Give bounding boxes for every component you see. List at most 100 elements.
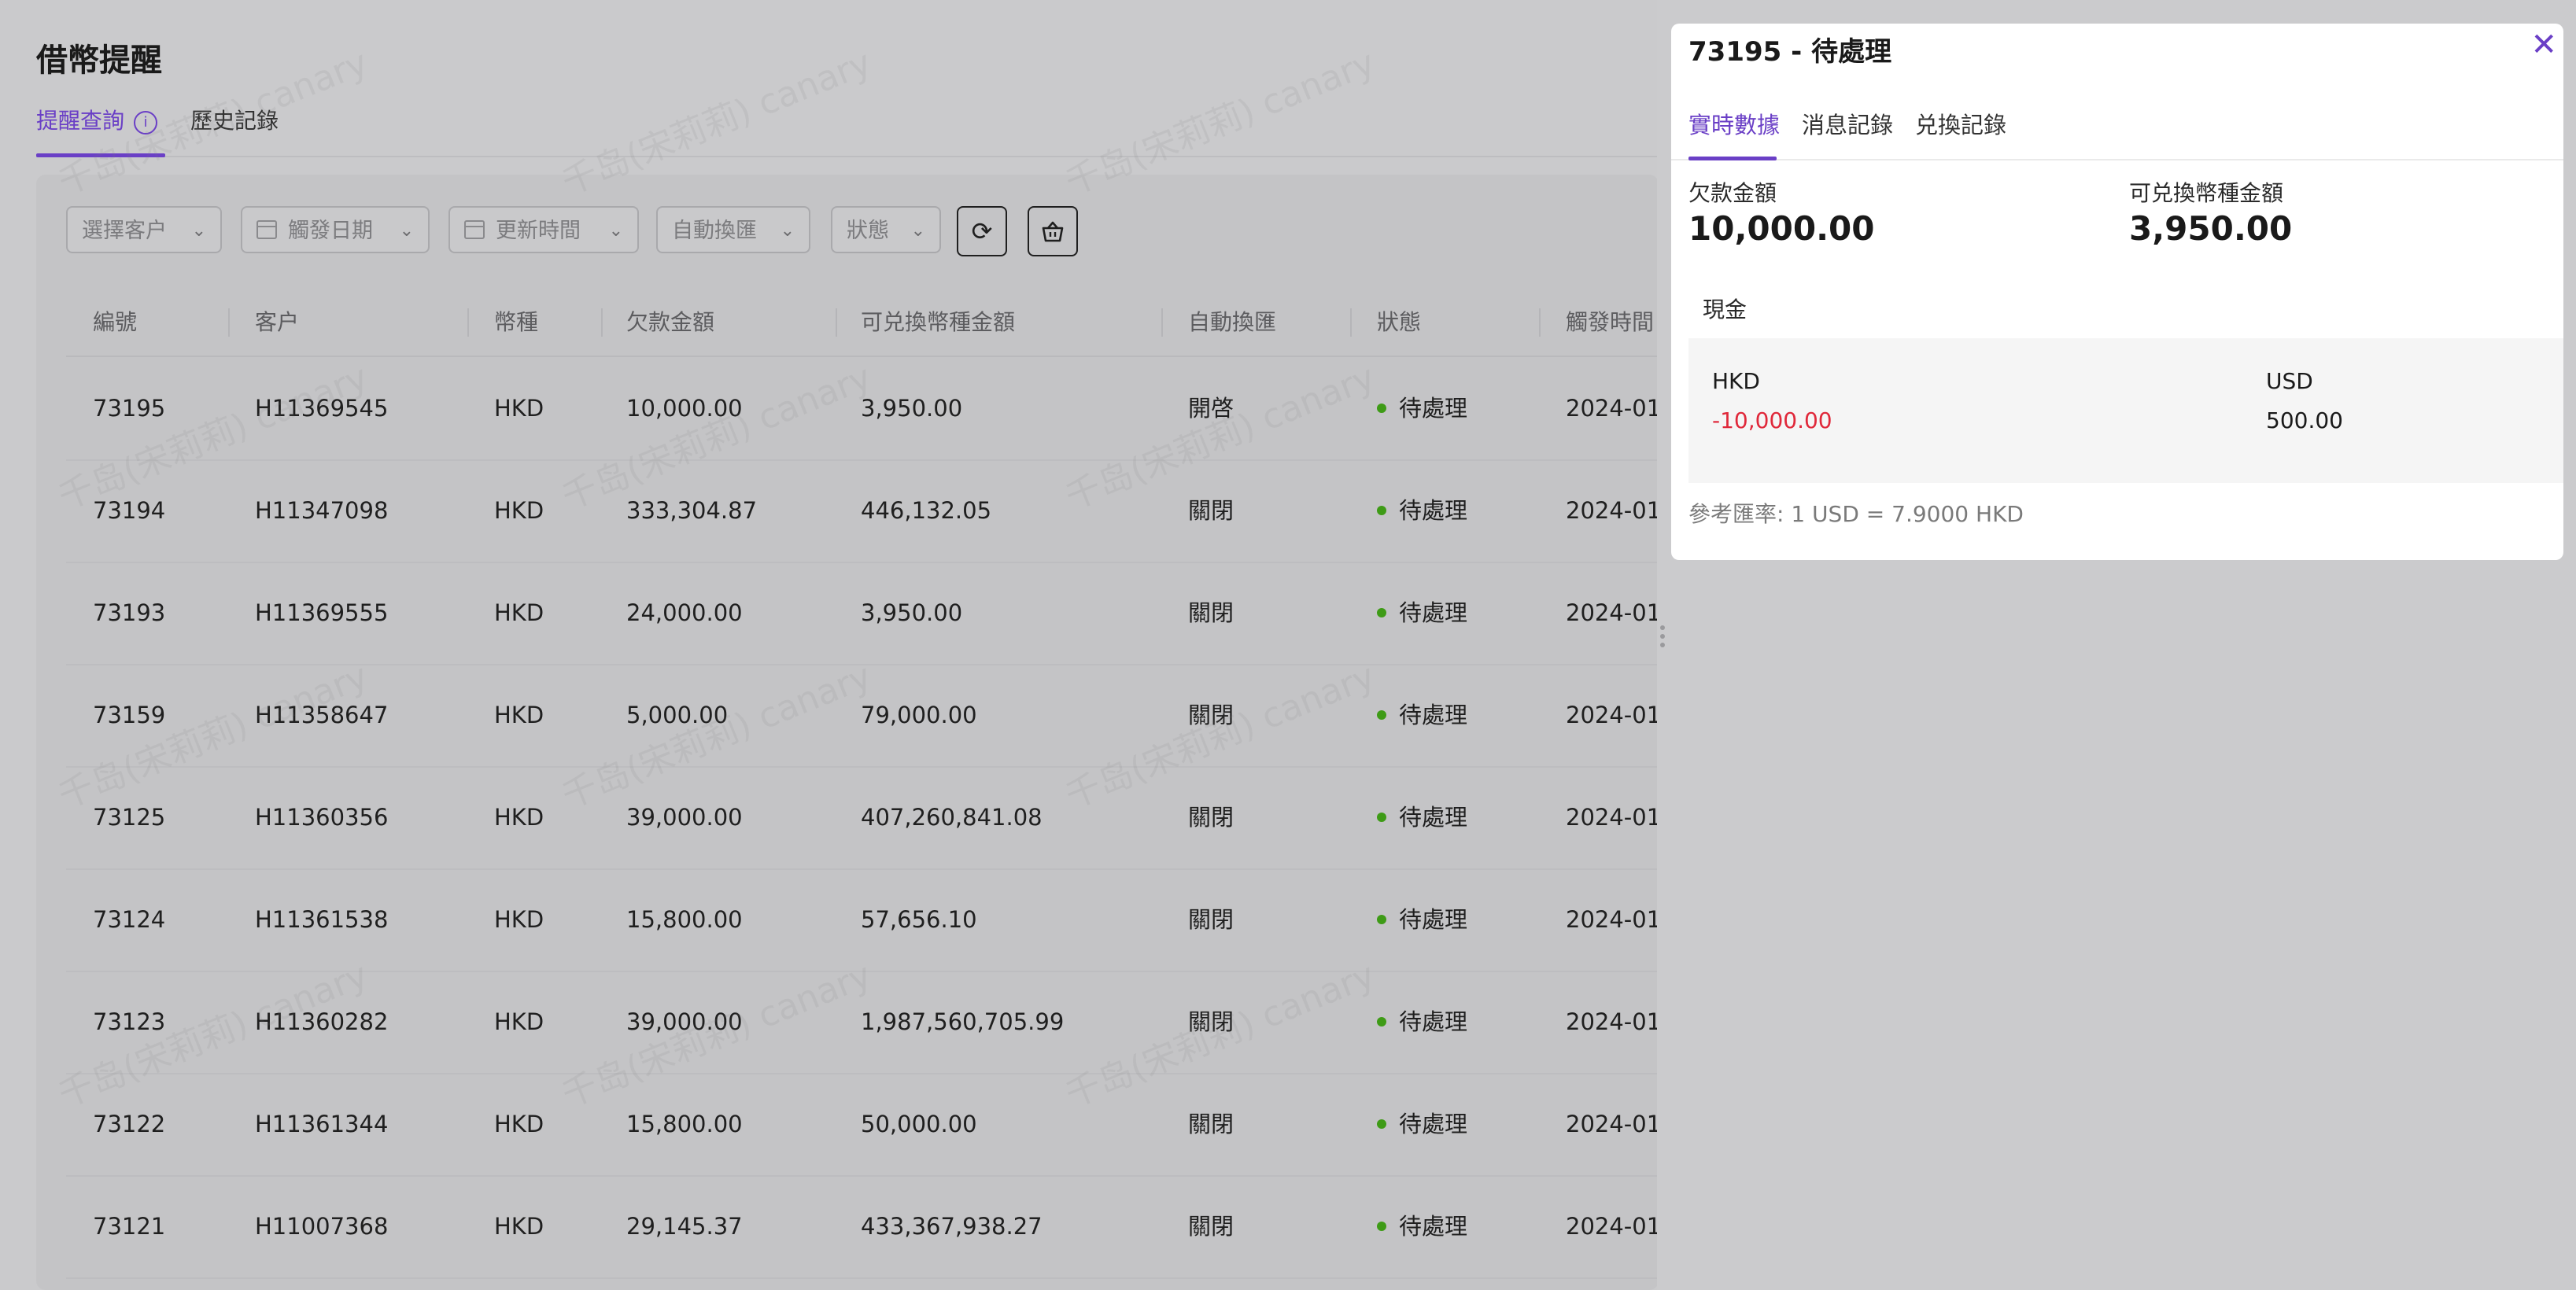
tab-reminder-query[interactable]: 提醒查詢 i bbox=[36, 104, 158, 135]
cell-owed-text: 24,000.00 bbox=[626, 599, 743, 626]
cell-currency: HKD bbox=[494, 562, 544, 664]
cell-status-text: 待處理 bbox=[1399, 1111, 1468, 1137]
tab-exchange-log[interactable]: 兑換記錄 bbox=[1915, 107, 2006, 140]
status-dot-icon bbox=[1377, 915, 1386, 924]
trigger-date-placeholder: 觸發日期 bbox=[288, 219, 373, 243]
col-id: 編號 bbox=[93, 309, 138, 335]
table-row[interactable]: 73124 H11361538 HKD 15,800.00 57,656.10 關閉 待處理… bbox=[66, 868, 1659, 972]
cell-customer: H11369555 bbox=[255, 562, 388, 664]
cell-auto-exchange-text: 關閉 bbox=[1188, 702, 1234, 728]
cell-trigger-time-text: 2024-01 bbox=[1566, 599, 1659, 626]
cell-trigger-time: 2024-01 bbox=[1566, 664, 1659, 766]
col-status: 狀態 bbox=[1377, 309, 1422, 335]
cell-trigger-time-text: 2024-01 bbox=[1566, 702, 1659, 728]
status-dot-icon bbox=[1377, 813, 1386, 822]
status-dot-icon bbox=[1377, 1222, 1386, 1231]
cell-customer: H11360356 bbox=[255, 766, 388, 868]
cell-id-text: 73121 bbox=[93, 1213, 166, 1240]
cell-id: 73125 bbox=[93, 766, 165, 868]
chevron-down-icon: ⌄ bbox=[399, 221, 414, 241]
update-time-picker[interactable]: 更新時間 ⌄ bbox=[448, 206, 639, 253]
tab-message-log[interactable]: 消息記錄 bbox=[1802, 107, 1893, 140]
cell-currency-text: HKD bbox=[494, 1213, 544, 1240]
cell-owed: 15,800.00 bbox=[626, 868, 743, 971]
refresh-button[interactable]: ⟳ bbox=[957, 206, 1007, 256]
cash-currency-hkd: HKD bbox=[1712, 368, 1760, 394]
table-row[interactable]: 73195 H11369545 HKD 10,000.00 3,950.00 開啓 待處理 2… bbox=[66, 357, 1659, 461]
cell-currency-text: HKD bbox=[494, 599, 544, 626]
column-divider bbox=[1539, 308, 1541, 337]
cell-trigger-time: 2024-01 bbox=[1566, 562, 1659, 664]
tab-history[interactable]: 歷史記錄 bbox=[190, 104, 279, 135]
cell-status: 待處理 bbox=[1377, 459, 1467, 562]
cell-trigger-time: 2024-01 bbox=[1566, 971, 1659, 1073]
cell-id-text: 73123 bbox=[93, 1008, 166, 1035]
cell-currency-text: HKD bbox=[494, 497, 544, 524]
status-select[interactable]: 狀態 ⌄ bbox=[831, 206, 941, 253]
cell-customer: H11007368 bbox=[255, 1175, 388, 1277]
cell-trigger-time-text: 2024-01 bbox=[1566, 497, 1659, 524]
cell-auto-exchange: 關閉 bbox=[1188, 562, 1234, 664]
table-row[interactable]: 73193 H11369555 HKD 24,000.00 3,950.00 關閉 待處理 2… bbox=[66, 562, 1659, 665]
col-currency: 幣種 bbox=[494, 309, 539, 335]
cell-id: 73121 bbox=[93, 1175, 165, 1277]
cell-auto-exchange: 關閉 bbox=[1188, 971, 1234, 1073]
drawer-resize-handle[interactable] bbox=[1660, 621, 1666, 661]
table-row[interactable]: 73159 H11358647 HKD 5,000.00 79,000.00 關閉 待處理 2… bbox=[66, 664, 1659, 768]
cell-exchangeable-text: 433,367,938.27 bbox=[861, 1213, 1043, 1240]
status-dot-icon bbox=[1377, 506, 1386, 515]
exchangeable-value: 3,950.00 bbox=[2129, 209, 2293, 248]
cell-owed-text: 5,000.00 bbox=[626, 702, 729, 728]
tab-label: 提醒查詢 bbox=[36, 108, 125, 134]
cell-id-text: 73124 bbox=[93, 906, 166, 933]
table-row[interactable]: 73125 H11360356 HKD 39,000.00 407,260,841.08… bbox=[66, 766, 1659, 870]
cell-id: 73159 bbox=[93, 664, 165, 766]
cell-owed: 15,800.00 bbox=[626, 1073, 743, 1175]
cell-status-text: 待處理 bbox=[1399, 395, 1468, 422]
cell-id-text: 73125 bbox=[93, 804, 166, 831]
cell-exchangeable: 446,132.05 bbox=[861, 459, 991, 562]
cell-exchangeable: 1,987,560,705.99 bbox=[861, 971, 1064, 1073]
basket-button[interactable] bbox=[1028, 206, 1078, 256]
refresh-icon: ⟳ bbox=[971, 216, 993, 246]
cell-status-text: 待處理 bbox=[1399, 804, 1468, 831]
cell-customer: H11361538 bbox=[255, 868, 388, 971]
table-row[interactable]: 73122 H11361344 HKD 15,800.00 50,000.00 關閉 待處理… bbox=[66, 1073, 1659, 1177]
cash-amount-usd: 500.00 bbox=[2266, 407, 2343, 433]
table-row[interactable]: 73121 H11007368 HKD 29,145.37 433,367,938.27… bbox=[66, 1175, 1659, 1279]
close-icon[interactable]: ✕ bbox=[2530, 25, 2557, 64]
cell-status: 待處理 bbox=[1377, 562, 1467, 664]
table-row[interactable]: 73123 H11360282 HKD 39,000.00 1,987,560,705.… bbox=[66, 971, 1659, 1074]
cell-status: 待處理 bbox=[1377, 868, 1467, 971]
cell-id: 73124 bbox=[93, 868, 165, 971]
tab-realtime-data[interactable]: 實時數據 bbox=[1688, 107, 1780, 140]
cell-owed-text: 29,145.37 bbox=[626, 1213, 743, 1240]
cell-owed-text: 39,000.00 bbox=[626, 804, 743, 831]
cell-currency-text: HKD bbox=[494, 395, 544, 422]
table-row[interactable]: 73194 H11347098 HKD 333,304.87 446,132.05 關閉 待… bbox=[66, 459, 1659, 563]
cell-customer-text: H11361344 bbox=[255, 1111, 389, 1137]
auto-exchange-select[interactable]: 自動換匯 ⌄ bbox=[656, 206, 810, 253]
cell-exchangeable-text: 3,950.00 bbox=[861, 395, 963, 422]
cell-owed-text: 39,000.00 bbox=[626, 1008, 743, 1035]
table-header: 編號 客户 幣種 欠款金額 可兑換幣種金額 自動換匯 狀態 觸發時間 bbox=[66, 289, 1659, 357]
cell-auto-exchange: 開啓 bbox=[1188, 357, 1234, 459]
cell-currency-text: HKD bbox=[494, 1008, 544, 1035]
cell-trigger-time-text: 2024-01 bbox=[1566, 1213, 1659, 1240]
exchangeable-label: 可兑換幣種金額 bbox=[2129, 180, 2284, 206]
cell-id-text: 73194 bbox=[93, 497, 166, 524]
page-title: 借幣提醒 bbox=[36, 42, 162, 79]
trigger-date-picker[interactable]: 觸發日期 ⌄ bbox=[241, 206, 430, 253]
cell-auto-exchange: 關閉 bbox=[1188, 664, 1234, 766]
cell-id-text: 73122 bbox=[93, 1111, 166, 1137]
detail-panel: 73195 - 待處理 ✕ 實時數據 消息記錄 兑換記錄 欠款金額 10,000… bbox=[1671, 24, 2563, 560]
cell-id: 73193 bbox=[93, 562, 165, 664]
cell-exchangeable-text: 50,000.00 bbox=[861, 1111, 977, 1137]
cell-owed: 333,304.87 bbox=[626, 459, 757, 562]
cell-exchangeable-text: 407,260,841.08 bbox=[861, 804, 1043, 831]
customer-select[interactable]: 選擇客户 ⌄ bbox=[66, 206, 222, 253]
status-dot-icon bbox=[1377, 1017, 1386, 1026]
cell-customer: H11369545 bbox=[255, 357, 388, 459]
cell-customer-text: H11358647 bbox=[255, 702, 389, 728]
info-icon[interactable]: i bbox=[134, 111, 158, 135]
